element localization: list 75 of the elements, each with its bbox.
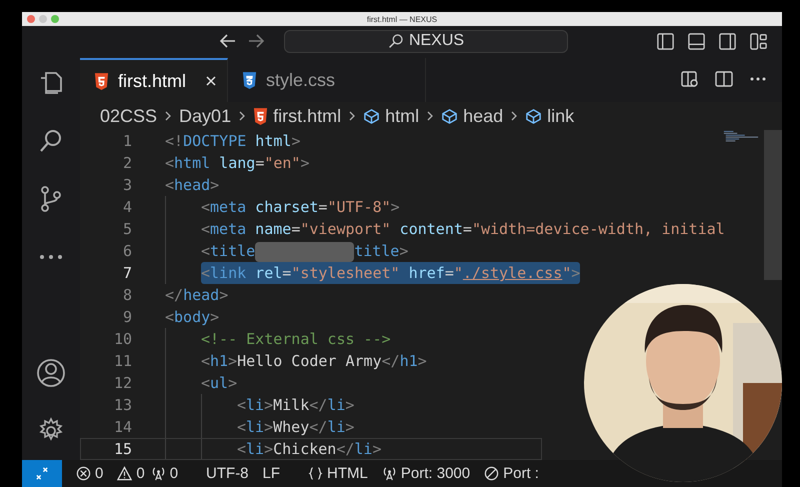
remote-button[interactable] <box>22 460 62 487</box>
open-preview-icon[interactable] <box>680 69 700 89</box>
cube-icon <box>441 108 458 124</box>
line-number: 4 <box>122 198 132 216</box>
line-number: 15 <box>112 440 132 458</box>
line-number: 10 <box>112 330 132 348</box>
line-number: 1 <box>122 132 132 150</box>
braces-icon <box>308 466 324 481</box>
code-line: </head> <box>165 285 228 306</box>
line-number: 7 <box>122 264 132 282</box>
panel-layout-icon[interactable] <box>687 32 706 50</box>
chevron-icon <box>348 110 356 122</box>
line-number: 3 <box>122 176 132 194</box>
scrollbar-thumb[interactable] <box>764 130 782 280</box>
antenna-icon <box>382 466 397 481</box>
breadcrumb-item[interactable]: first.html <box>273 106 342 126</box>
breadcrumb-item[interactable]: head <box>463 106 504 126</box>
code-line: <!-- External css --> <box>201 329 391 350</box>
split-editor-icon[interactable] <box>714 69 734 89</box>
code-line: <li>Chicken</li> <box>237 439 382 460</box>
status-item[interactable]: LF <box>262 465 280 482</box>
line-number: 8 <box>122 286 132 304</box>
editor-tab[interactable]: style.css <box>228 58 426 102</box>
status-item[interactable]: 0 <box>117 465 145 482</box>
status-item[interactable]: Port: 3000 <box>382 465 470 482</box>
code-line: <html lang="en"> <box>165 153 310 174</box>
code-line: <meta name="viewport" content="width=device-width, initial <box>201 219 725 240</box>
close-icon[interactable] <box>205 75 218 87</box>
chevron-icon <box>426 110 434 122</box>
chevron-icon <box>510 110 518 122</box>
editor-tab[interactable]: first.html <box>80 58 228 102</box>
status-item[interactable]: 0 <box>150 465 178 482</box>
breadcrumb-item[interactable]: 02CSS <box>100 106 158 126</box>
line-number: 9 <box>122 308 132 326</box>
code-line: <li>Milk</li> <box>237 395 354 416</box>
search-icon <box>388 33 404 49</box>
code-line: <head> <box>165 175 220 196</box>
line-number: 12 <box>112 374 132 392</box>
chevron-icon <box>164 110 172 122</box>
code-line: <h1>Hello Coder Army</h1> <box>201 351 427 372</box>
html-file-icon <box>94 72 109 90</box>
account-icon[interactable] <box>36 358 66 388</box>
css-file-icon <box>242 72 258 88</box>
line-number: 13 <box>112 396 132 414</box>
chevron-icon <box>238 110 246 122</box>
line-number: 14 <box>112 418 132 436</box>
antenna-icon <box>150 466 166 481</box>
line-number: 6 <box>122 242 132 260</box>
customize-layout-icon[interactable] <box>749 32 768 50</box>
sidebar-layout-icon[interactable] <box>656 32 675 50</box>
breadcrumb-item[interactable]: link <box>547 106 574 126</box>
status-item[interactable]: HTML <box>308 465 368 482</box>
search-field[interactable]: NEXUS <box>284 30 568 52</box>
cube-icon <box>363 108 380 124</box>
code-line: <li>Whey</li> <box>237 417 354 438</box>
line-number: 11 <box>112 352 132 370</box>
code-line: <title title> <box>201 240 408 262</box>
breadcrumb-item[interactable]: Day01 <box>179 106 232 126</box>
html-file-icon <box>253 108 268 124</box>
code-line: <body> <box>165 307 220 328</box>
warning-icon <box>117 466 132 481</box>
code-line: <ul> <box>201 373 238 394</box>
error-icon <box>76 466 91 481</box>
line-number: 2 <box>122 154 132 172</box>
breadcrumb-item[interactable]: html <box>385 106 420 126</box>
cube-icon <box>525 108 542 124</box>
status-item[interactable]: 0 <box>76 465 104 482</box>
line-number: 5 <box>122 220 132 238</box>
status-item[interactable]: Port : <box>484 465 539 482</box>
window-title: first.html — NEXUS <box>366 14 438 24</box>
code-line: <!DOCTYPE html> <box>165 131 300 152</box>
status-item[interactable]: UTF-8 <box>206 465 249 482</box>
code-line: <meta charset="UTF-8"> <box>201 197 400 218</box>
no-entry-icon <box>484 466 500 481</box>
secondary-sidebar-icon[interactable] <box>718 32 737 50</box>
